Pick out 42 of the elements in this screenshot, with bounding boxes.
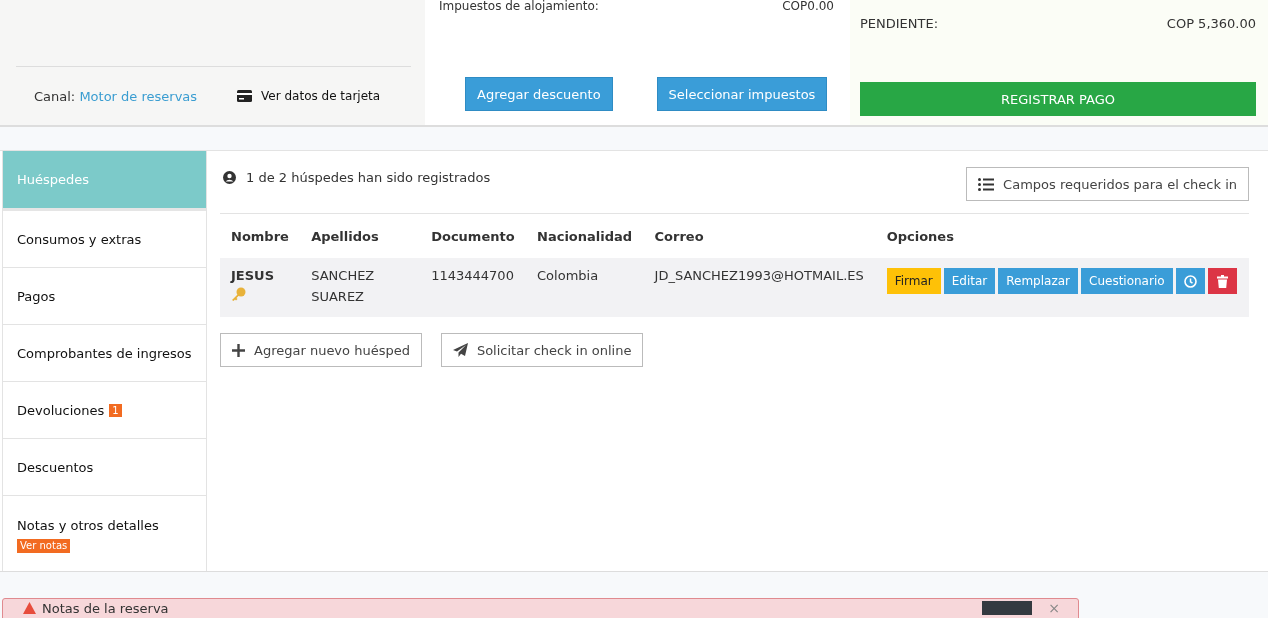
column-header: Opciones <box>875 214 1249 258</box>
count-badge: 1 <box>109 403 122 417</box>
column-header: Nombre <box>220 214 301 258</box>
online-check-in-button[interactable]: Solicitar check in online <box>440 333 644 367</box>
required-fields-button[interactable]: Campos requeridos para el check in <box>966 167 1249 201</box>
channel-label: Canal: Motor de reservas <box>34 88 198 104</box>
column-header: Apellidos <box>300 214 421 258</box>
column-header: Documento <box>420 214 527 258</box>
add-guest-button[interactable]: Agregar nuevo huésped <box>220 333 422 367</box>
guest-surname: SANCHEZ SUAREZ <box>311 267 376 306</box>
nationality: Colombia <box>537 268 599 283</box>
paper-plane-icon <box>452 343 468 357</box>
sidebar-label: Notas y otros detalles <box>17 517 159 533</box>
tax-label: Impuestos de alojamiento: <box>439 0 599 13</box>
user-circle-icon <box>223 170 236 184</box>
alert-title-text: Notas de la reserva <box>42 600 169 616</box>
pending-label: PENDIENTE: <box>860 16 939 31</box>
tax-value: COP0.00 <box>782 0 834 13</box>
sidebar-item[interactable]: Consumos y extras <box>3 211 206 268</box>
document-number: 1143444700 <box>431 268 514 283</box>
card-data-link[interactable]: Ver datos de tarjeta <box>237 89 381 103</box>
column-header: Correo <box>643 214 876 258</box>
sidebar-item[interactable]: Pagos <box>3 268 206 325</box>
guest-name: JESUS <box>231 268 275 283</box>
pending-amount: COP 5,360.00 <box>1166 16 1256 31</box>
clock-icon <box>1183 274 1197 288</box>
history-button[interactable] <box>1175 268 1205 294</box>
warning-icon <box>23 602 36 614</box>
sidebar-item[interactable]: Devoluciones 1 <box>3 382 206 439</box>
list-icon <box>978 177 995 191</box>
sign-button[interactable]: Firmar <box>886 268 941 294</box>
email: JD_SANCHEZ1993@HOTMAIL.ES <box>654 268 864 283</box>
sidebar-label: Devoluciones <box>17 402 105 418</box>
guest-status-text: 1 de 2 húspedes han sido registrados <box>246 169 491 185</box>
column-header: Nacionalidad <box>526 214 644 258</box>
plus-icon <box>232 343 245 357</box>
sidebar-item[interactable]: Descuentos <box>3 439 206 496</box>
trash-icon <box>1216 274 1228 288</box>
sidebar-item[interactable]: Notas y otros detalles Ver notas <box>3 496 206 574</box>
sidebar-item[interactable]: Comprobantes de ingresos <box>3 325 206 382</box>
delete-button[interactable] <box>1207 268 1237 294</box>
credit-card-icon <box>237 90 253 102</box>
